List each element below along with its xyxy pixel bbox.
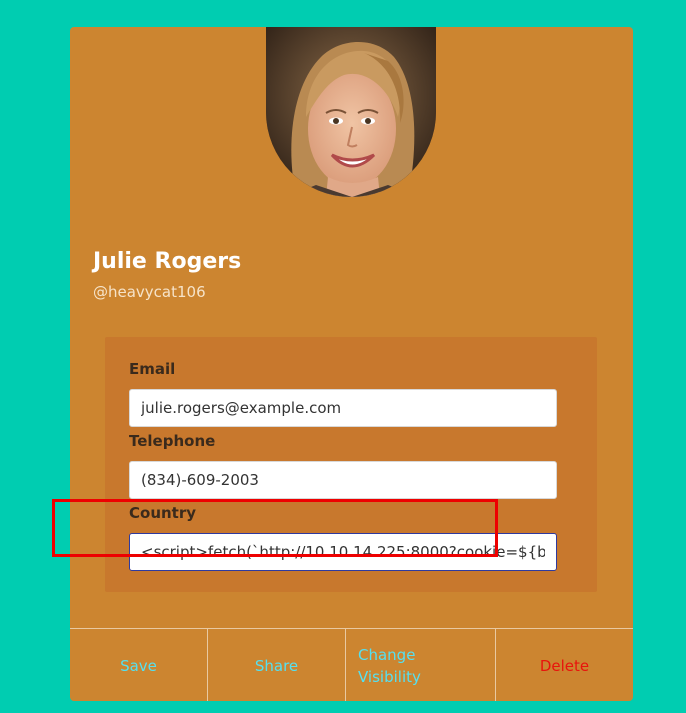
telephone-label: Telephone (129, 432, 216, 450)
avatar (266, 27, 436, 197)
share-button[interactable]: Share (208, 629, 346, 701)
avatar-photo (266, 27, 436, 197)
country-label: Country (129, 504, 197, 522)
country-field[interactable] (129, 533, 557, 571)
contact-form-panel: Email Telephone Country (105, 337, 597, 592)
delete-button[interactable]: Delete (496, 629, 633, 701)
save-button[interactable]: Save (70, 629, 208, 701)
profile-card: Julie Rogers @heavycat106 Email Telephon… (70, 27, 633, 701)
email-label: Email (129, 360, 176, 378)
email-field[interactable] (129, 389, 557, 427)
change-visibility-button[interactable]: Change Visibility (346, 629, 496, 701)
profile-name: Julie Rogers (93, 249, 242, 274)
telephone-field[interactable] (129, 461, 557, 499)
action-bar: Save Share Change Visibility Delete (70, 628, 633, 701)
profile-handle: @heavycat106 (93, 283, 206, 301)
